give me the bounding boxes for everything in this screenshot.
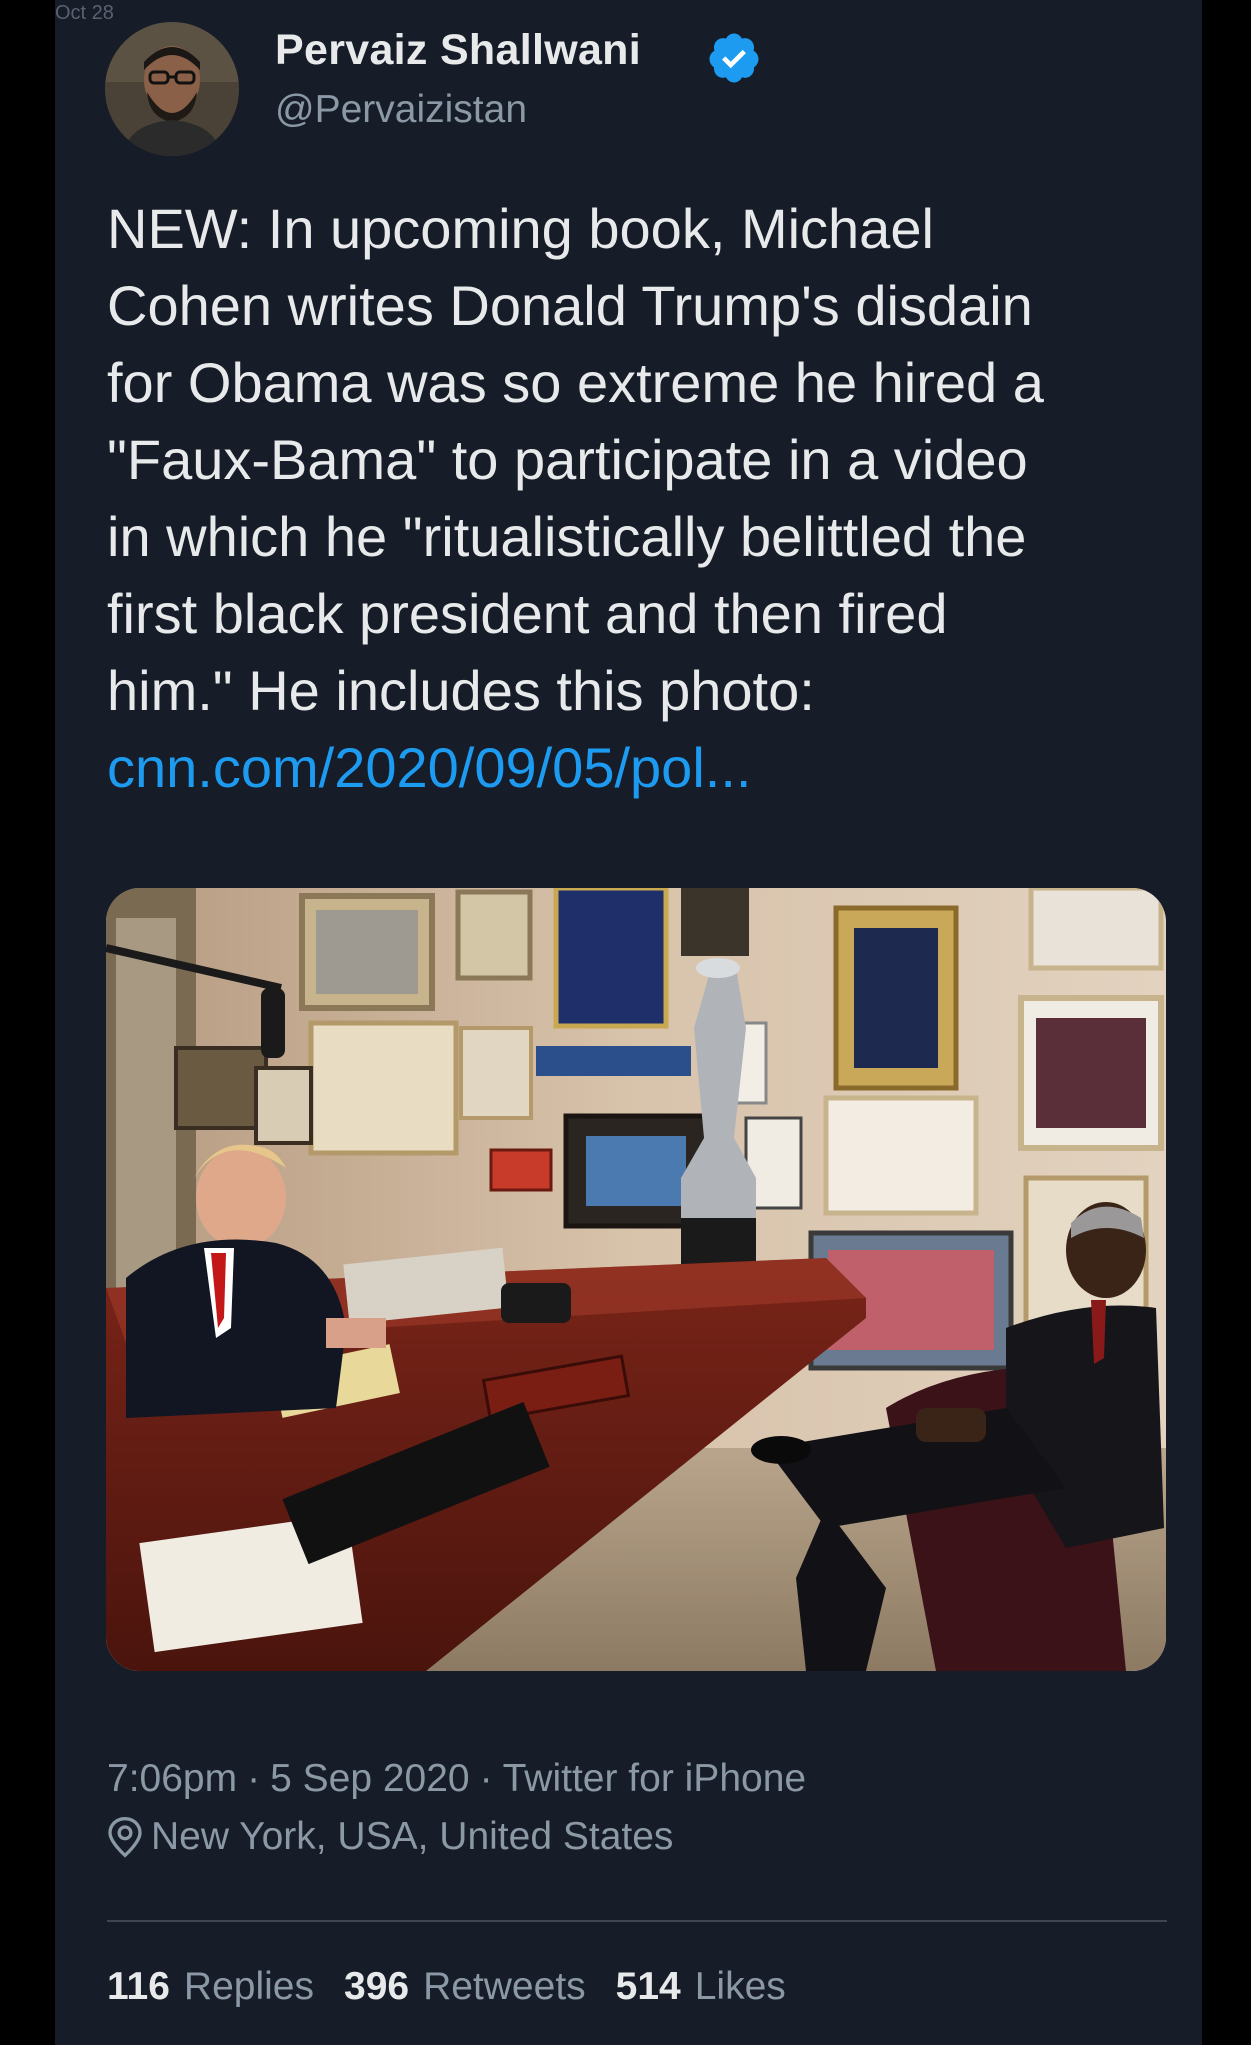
display-name[interactable]: Pervaiz Shallwani: [275, 26, 641, 75]
divider: [107, 1920, 1167, 1922]
tweet-date[interactable]: 5 Sep 2020: [270, 1757, 470, 1800]
replies-label: Replies: [183, 1965, 314, 2008]
location-pin-icon: [108, 1816, 142, 1858]
likes-count: 514: [615, 1965, 681, 2008]
screen: Pervaiz Shallwani @Pervaizistan NEW: In …: [0, 0, 1251, 2045]
retweets-count: 396: [344, 1965, 410, 2008]
separator-dot: ·: [479, 1757, 493, 1800]
handle[interactable]: @Pervaizistan: [275, 88, 527, 132]
tweet-body: NEW: In upcoming book, Michael Cohen wri…: [107, 197, 1044, 722]
likes-label: Likes: [694, 1965, 786, 2008]
tweet-time[interactable]: 7:06pm: [107, 1757, 237, 1800]
tweet-photo[interactable]: [106, 888, 1166, 1671]
replies-count: 116: [107, 1965, 170, 2008]
retweets-stat[interactable]: 396 Retweets: [344, 1965, 586, 2009]
tweet-link[interactable]: cnn.com/2020/09/05/pol...: [107, 736, 751, 799]
tweet-card: Pervaiz Shallwani @Pervaizistan NEW: In …: [55, 0, 1202, 2045]
tweet-meta: 7:06pm · 5 Sep 2020 · Twitter for iPhone: [107, 1757, 806, 1801]
likes-stat[interactable]: 514 Likes: [616, 1965, 786, 2009]
replies-stat[interactable]: 116 Replies: [107, 1965, 314, 2009]
status-date: Oct 28: [55, 2, 114, 24]
tweet-stats: 116 Replies 396 Retweets 514 Likes: [107, 1965, 816, 2009]
tweet-client[interactable]: Twitter for iPhone: [503, 1757, 806, 1800]
separator-dot: ·: [247, 1757, 261, 1800]
verified-badge-icon: [709, 33, 759, 83]
tweet-text: NEW: In upcoming book, Michael Cohen wri…: [107, 190, 1187, 806]
location-label: New York, USA, United States: [151, 1815, 674, 1858]
avatar[interactable]: [105, 22, 239, 156]
retweets-label: Retweets: [423, 1965, 586, 2008]
tweet-location[interactable]: New York, USA, United States: [105, 1815, 673, 1859]
